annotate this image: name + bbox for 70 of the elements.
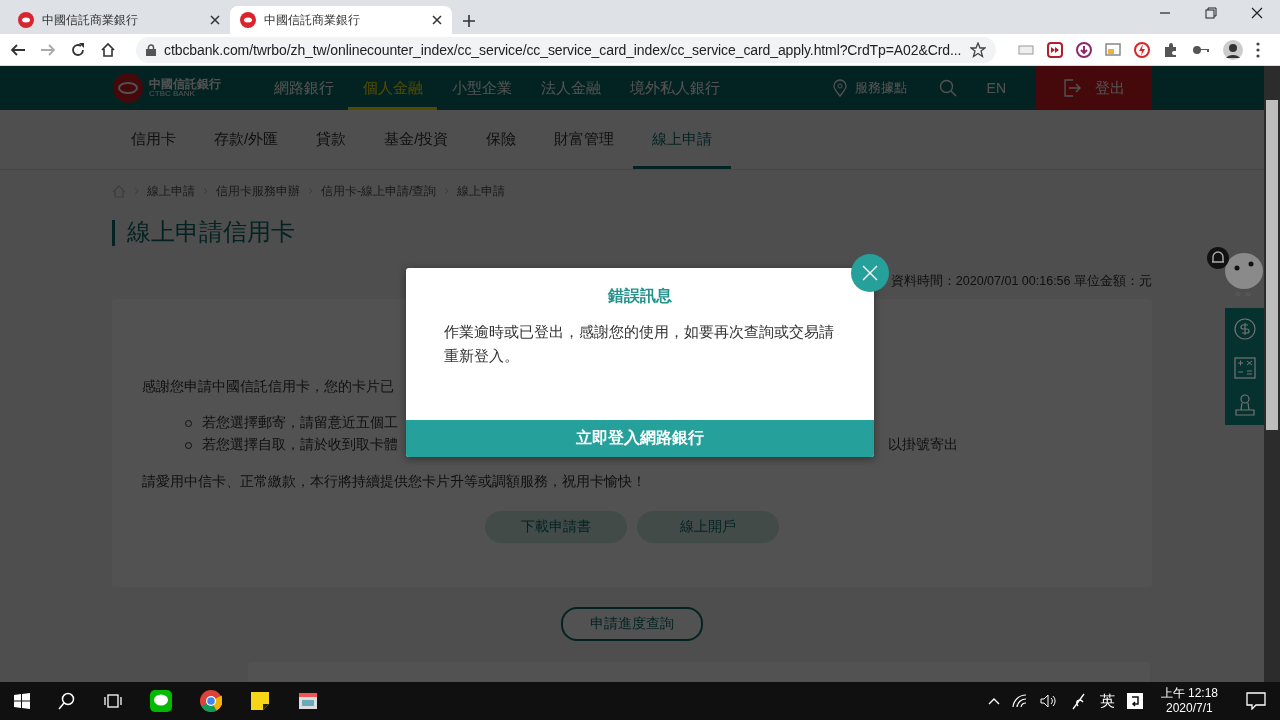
close-icon[interactable] (1251, 7, 1263, 19)
clock-date[interactable]: 2020/7/1 (1165, 701, 1213, 716)
logout-icon (1063, 79, 1081, 97)
wifi-icon[interactable] (1011, 694, 1028, 708)
clock-time[interactable]: 上午 12:18 (1160, 686, 1218, 701)
new-tab-icon[interactable] (462, 14, 476, 28)
service-points-link[interactable]: 服務據點 (854, 79, 907, 97)
sticky-note-icon[interactable] (250, 691, 270, 711)
nav-item[interactable]: 網路銀行 (259, 66, 348, 110)
intro-text: 感謝您申請中國信託信用卡，您的卡片已 (142, 378, 394, 396)
dialog-message: 作業逾時或已登出，感謝您的使用，如要再次查詢或交易請重新登入。 (444, 323, 835, 366)
nav-item[interactable]: 小型企業 (437, 66, 526, 110)
more-icon[interactable] (1256, 41, 1260, 58)
scrollbar[interactable] (1264, 66, 1280, 682)
fast-forward-icon[interactable] (1047, 41, 1063, 58)
address-bar[interactable]: ctbcbank.com/twrbo/zh_tw/onlinecounter_index/cc_service/cc_service_card_index/cc_service_card_apply.html?CrdTp=A02&Crd... (136, 36, 996, 63)
notification-icon[interactable] (1246, 692, 1266, 710)
close-icon[interactable] (851, 254, 889, 292)
close-icon[interactable] (432, 15, 442, 25)
closing-text: 請愛用中信卡、正常繳款，本行將持續提供您卡片升等或調額服務，祝用卡愉快！ (142, 473, 646, 491)
location-pin-icon (832, 79, 847, 97)
favicon-icon (18, 12, 34, 28)
subnav-tab[interactable]: 線上申請 (633, 110, 732, 169)
restore-icon[interactable] (1205, 7, 1217, 19)
avatar-icon[interactable] (1223, 39, 1243, 60)
bell-icon[interactable] (1207, 247, 1229, 269)
download-icon[interactable] (1076, 41, 1092, 58)
progress-query-button[interactable]: 申請進度查詢 (561, 607, 703, 641)
browser-tab[interactable]: 中國信託商業銀行 (230, 6, 452, 34)
window-app-icon[interactable] (298, 692, 318, 710)
bullet-text: 若您選擇郵寄，請留意近五個工 (202, 414, 398, 432)
nav-item[interactable]: 境外私人銀行 (615, 66, 734, 110)
star-icon[interactable] (970, 41, 986, 58)
login-button[interactable]: 立即登入網路銀行 (406, 420, 874, 457)
search-icon[interactable] (58, 692, 76, 710)
task-view-icon[interactable] (104, 693, 122, 709)
volume-icon[interactable] (1039, 694, 1058, 708)
person-stamp-icon[interactable] (1232, 392, 1257, 419)
close-icon[interactable] (210, 15, 220, 25)
back-icon[interactable] (10, 41, 26, 58)
logo-subtitle: CTBC BANK (149, 90, 196, 98)
windows-start-icon[interactable] (14, 693, 30, 709)
nav-item[interactable]: 法人金融 (526, 66, 615, 110)
reload-icon[interactable] (70, 41, 86, 58)
ime-mode-icon[interactable] (1126, 693, 1143, 709)
bullet-text: 以掛號寄出 (888, 436, 958, 454)
chevron-up-icon[interactable] (987, 697, 1000, 705)
page-title: 線上申請信用卡 (112, 220, 1152, 246)
key-icon[interactable] (1192, 44, 1210, 55)
input-method-indicator[interactable]: 英 (1099, 691, 1115, 711)
home-icon[interactable] (100, 41, 116, 58)
bullet-text: 若您選擇自取，請於收到取卡體 (202, 436, 398, 454)
chat-app-icon[interactable] (150, 690, 172, 712)
logo-name: 中國信託銀行 (149, 78, 221, 90)
subnav-tab[interactable]: 信用卡 (112, 110, 195, 169)
subnav-tab[interactable]: 基金/投資 (365, 110, 468, 169)
chrome-icon[interactable] (200, 690, 222, 712)
browser-tab[interactable]: 中國信託商業銀行 (8, 6, 230, 34)
lock-icon (146, 43, 156, 56)
lightning-icon[interactable] (1134, 41, 1150, 58)
subnav-tab[interactable]: 保險 (467, 110, 536, 169)
logout-button[interactable]: 登出 (1036, 66, 1152, 110)
subnav-tab[interactable]: 貸款 (297, 110, 366, 169)
action-button[interactable]: 下載申請書 (485, 511, 627, 543)
puzzle-icon[interactable] (1163, 41, 1179, 58)
subnav-tab[interactable]: 財富管理 (535, 110, 634, 169)
favicon-icon (240, 12, 256, 28)
dialog-title: 錯誤訊息 (606, 286, 673, 306)
language-link[interactable]: EN (986, 80, 1006, 96)
subnav-tab[interactable]: 存款/外匯 (195, 110, 298, 169)
